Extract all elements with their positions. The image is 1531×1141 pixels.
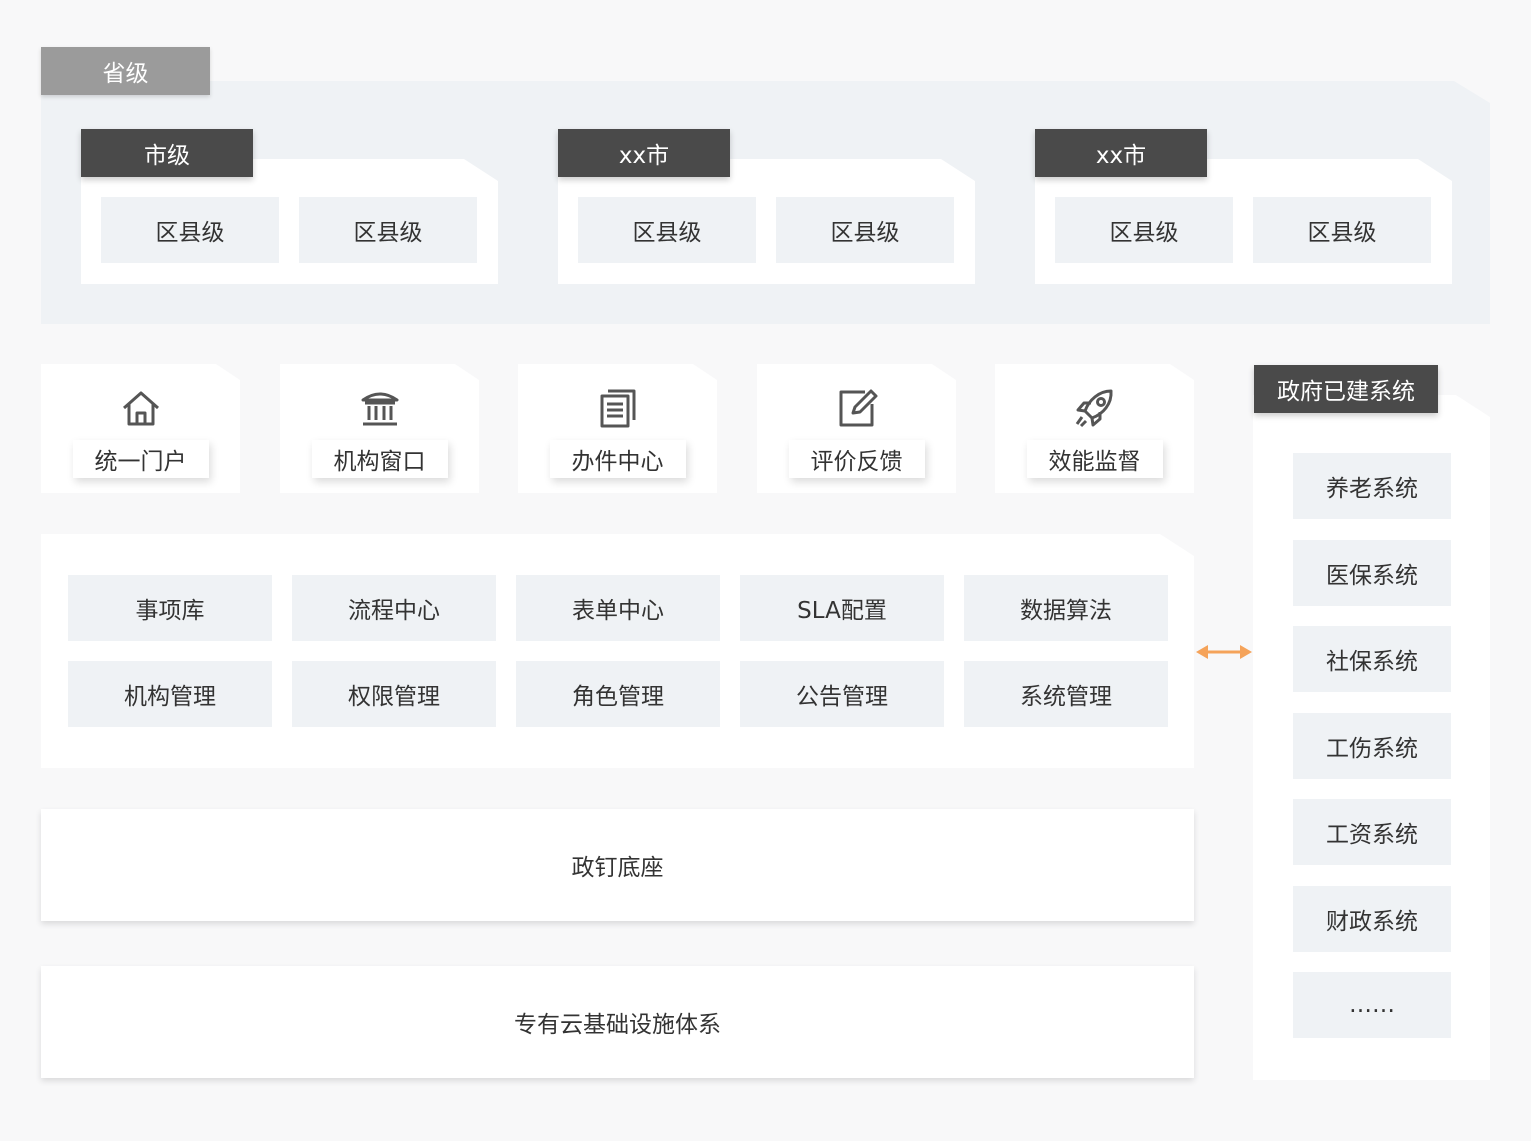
- module-tile: 数据算法: [964, 575, 1168, 641]
- county-tile: 区县级: [299, 197, 477, 263]
- document-icon: [596, 386, 640, 430]
- province-tab: 省级: [41, 47, 210, 95]
- cloud-infrastructure-bar: 专有云基础设施体系: [41, 966, 1194, 1078]
- module-tile: 机构管理: [68, 661, 272, 727]
- gov-system-item: 工资系统: [1293, 799, 1451, 865]
- county-tile: 区县级: [101, 197, 279, 263]
- city-tab: xx市: [1035, 129, 1207, 177]
- portal-label: 办件中心: [549, 440, 686, 478]
- gov-system-item: 财政系统: [1293, 886, 1451, 952]
- gov-system-item-more: ……: [1293, 972, 1451, 1038]
- platform-bar: 政钉底座: [41, 809, 1194, 921]
- gov-system-item: 医保系统: [1293, 540, 1451, 606]
- portal-label: 评价反馈: [788, 440, 925, 478]
- module-panel: [41, 534, 1194, 768]
- institution-icon: [358, 386, 402, 430]
- module-tile: SLA配置: [740, 575, 944, 641]
- gov-system-item: 养老系统: [1293, 453, 1451, 519]
- portal-label: 统一门户: [72, 440, 209, 478]
- county-tile: 区县级: [1253, 197, 1431, 263]
- module-tile: 流程中心: [292, 575, 496, 641]
- module-tile: 公告管理: [740, 661, 944, 727]
- home-icon: [119, 386, 163, 430]
- county-tile: 区县级: [1055, 197, 1233, 263]
- module-tile: 表单中心: [516, 575, 720, 641]
- edit-icon: [835, 386, 879, 430]
- module-tile: 角色管理: [516, 661, 720, 727]
- module-tile: 事项库: [68, 575, 272, 641]
- portal-label: 效能监督: [1026, 440, 1163, 478]
- module-tile: 权限管理: [292, 661, 496, 727]
- portal-label: 机构窗口: [311, 440, 448, 478]
- city-tab: 市级: [81, 129, 253, 177]
- county-tile: 区县级: [578, 197, 756, 263]
- gov-system-item: 社保系统: [1293, 626, 1451, 692]
- rocket-icon: [1073, 386, 1117, 430]
- module-tile: 系统管理: [964, 661, 1168, 727]
- city-tab: xx市: [558, 129, 730, 177]
- county-tile: 区县级: [776, 197, 954, 263]
- gov-systems-tab: 政府已建系统: [1254, 365, 1438, 413]
- gov-system-item: 工伤系统: [1293, 713, 1451, 779]
- bidirectional-arrow-icon: [1195, 642, 1253, 662]
